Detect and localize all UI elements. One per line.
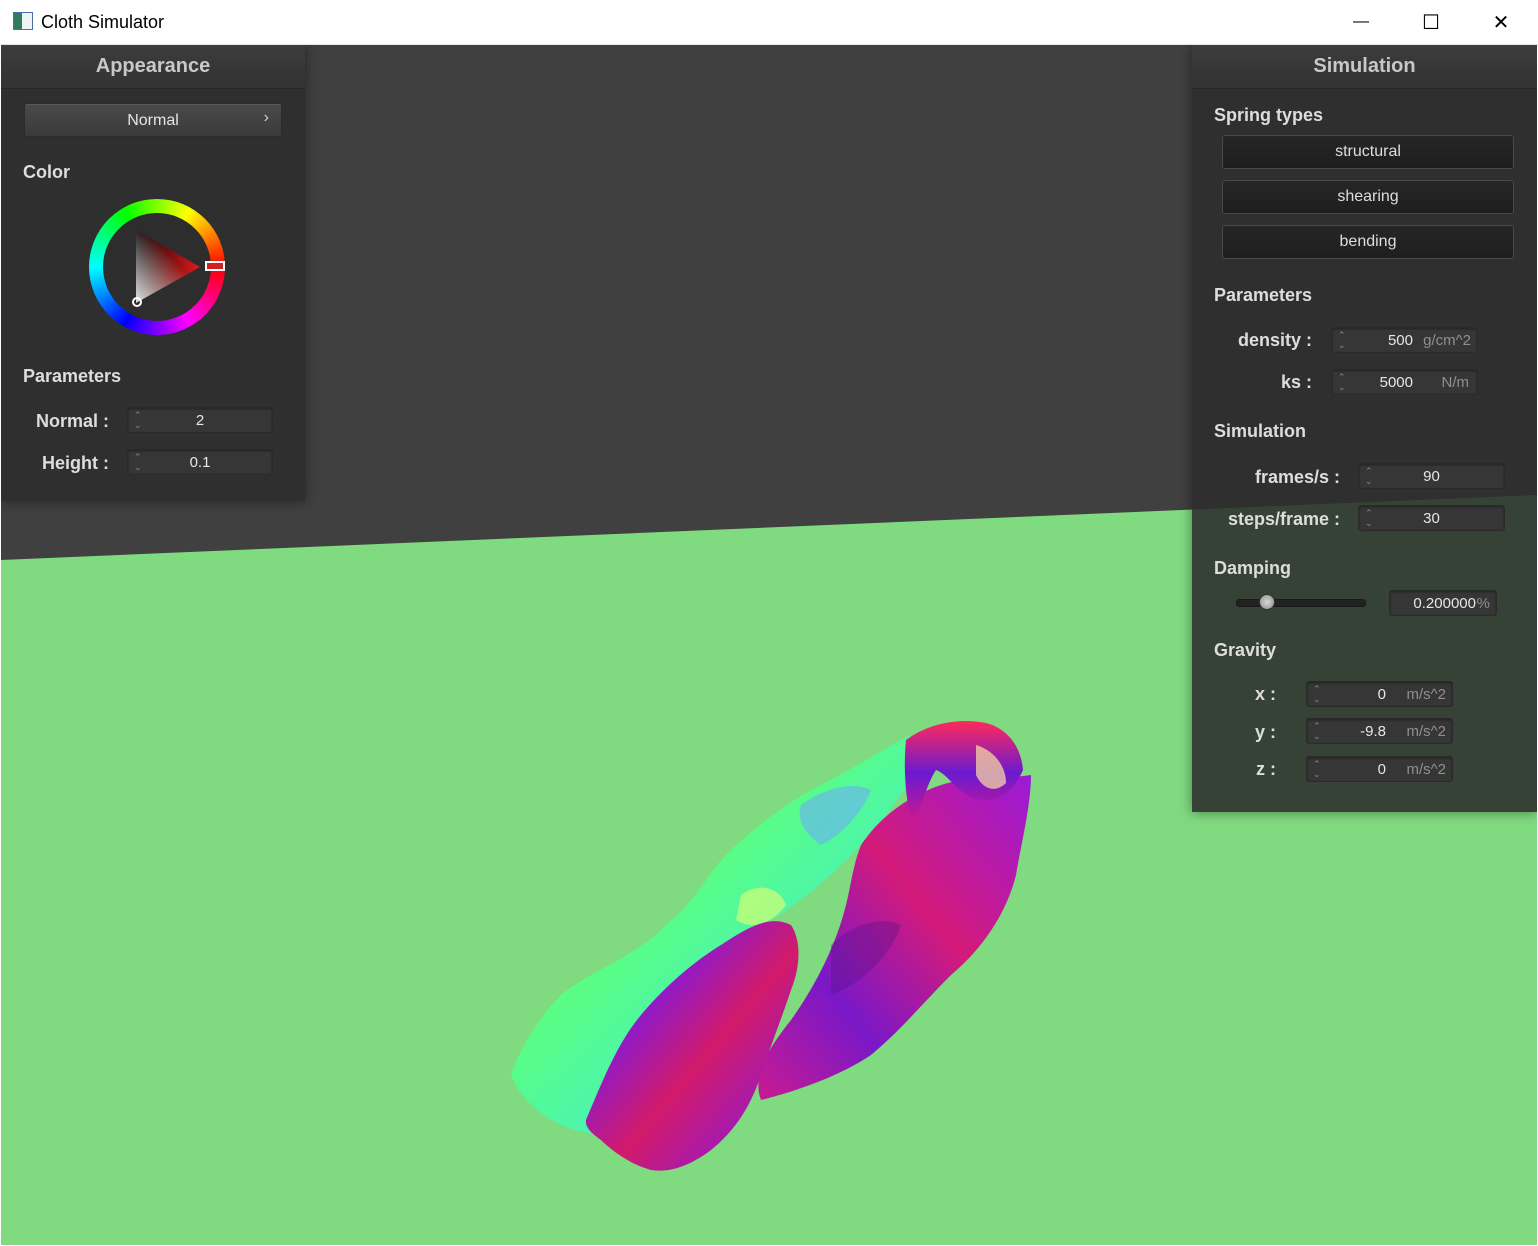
ks-unit: N/m [1441,374,1470,391]
gravity-y-unit: m/s^2 [1406,723,1446,740]
gravity-x-spinbox[interactable]: ⌃ ⌄ 0 m/s^2 [1306,681,1453,707]
spinner-arrows-icon[interactable]: ⌃ ⌄ [1313,684,1321,704]
maximize-button[interactable]: ☐ [1396,0,1466,44]
gravity-y-spinbox[interactable]: ⌃ ⌄ -9.8 m/s^2 [1306,718,1453,744]
simulation-panel: Simulation Spring types structural shear… [1192,45,1537,812]
appearance-panel: Appearance Normal › Color Parameters Nor… [1,45,305,501]
height-label: Height : [42,453,109,473]
steps-label: steps/frame : [1227,509,1340,529]
hue-selector-handle[interactable] [205,261,225,271]
damping-value: 0.200000 [1413,595,1476,612]
spring-types-label: Spring types [1214,105,1324,125]
shader-dropdown-value: Normal [127,112,179,129]
steps-spinbox[interactable]: ⌃ ⌄ 30 [1358,505,1505,531]
appearance-parameters-label: Parameters [23,366,122,386]
spinner-arrows-icon[interactable]: ⌃ ⌄ [1313,721,1321,741]
damping-slider-track[interactable] [1236,599,1366,607]
damping-unit: % [1476,595,1490,612]
maximize-icon: ☐ [1422,11,1440,34]
sim-parameters-label: Parameters [1214,285,1313,305]
gravity-x-value: 0 [1377,686,1386,703]
height-value: 0.1 [189,454,211,471]
gravity-x-unit: m/s^2 [1406,686,1446,703]
damping-field[interactable]: 0.200000 % [1389,590,1497,616]
shader-dropdown[interactable]: Normal › [24,103,282,137]
density-spinbox[interactable]: ⌃ ⌄ 500 g/cm^2 [1331,327,1478,353]
gravity-x-label: x : [1254,684,1276,704]
gravity-z-unit: m/s^2 [1406,761,1446,778]
app-icon [13,12,33,30]
ks-label: ks : [1280,372,1312,392]
spinner-arrows-icon[interactable]: ⌃ ⌄ [1338,330,1346,350]
gravity-y-label: y : [1254,722,1276,742]
gravity-z-value: 0 [1377,761,1386,778]
close-icon: ✕ [1492,11,1510,34]
fps-value: 90 [1423,468,1440,485]
title-bar[interactable]: Cloth Simulator — ☐ ✕ [0,0,1538,45]
gravity-z-label: z : [1256,759,1276,779]
simulation-header: Simulation [1192,45,1537,89]
color-section-label: Color [23,162,70,182]
minimize-button[interactable]: — [1326,0,1396,44]
spinner-arrows-icon[interactable]: ⌃ ⌄ [1338,372,1346,392]
density-label: density : [1237,330,1312,350]
window-title: Cloth Simulator [41,12,165,32]
damping-slider-knob[interactable] [1258,594,1275,610]
normal-spinbox[interactable]: ⌃ ⌄ 2 [127,407,273,433]
scene-viewport[interactable]: Appearance Normal › Color Parameters Nor… [1,45,1537,1245]
structural-toggle[interactable]: structural [1222,135,1514,169]
close-button[interactable]: ✕ [1466,0,1536,44]
shearing-toggle[interactable]: shearing [1222,180,1514,214]
gravity-z-spinbox[interactable]: ⌃ ⌄ 0 m/s^2 [1306,756,1453,782]
density-unit: g/cm^2 [1423,332,1471,349]
bending-toggle[interactable]: bending [1222,225,1514,259]
height-spinbox[interactable]: ⌃ ⌄ 0.1 [127,449,273,475]
fps-spinbox[interactable]: ⌃ ⌄ 90 [1358,463,1505,489]
color-wheel-picker[interactable] [89,199,225,335]
damping-slider[interactable] [1236,594,1366,610]
steps-value: 30 [1423,510,1440,527]
minimize-icon: — [1353,13,1369,30]
appearance-header: Appearance [1,45,305,89]
ks-value: 5000 [1379,374,1413,391]
damping-label: Damping [1214,558,1292,578]
normal-label: Normal : [35,411,109,431]
ks-spinbox[interactable]: ⌃ ⌄ 5000 N/m [1331,369,1478,395]
gravity-label: Gravity [1214,640,1277,660]
chevron-right-icon: › [263,109,269,126]
density-value: 500 [1387,332,1413,349]
gravity-y-value: -9.8 [1360,723,1386,740]
normal-value: 2 [195,412,205,429]
fps-label: frames/s : [1254,467,1340,487]
spinner-arrows-icon[interactable]: ⌃ ⌄ [1313,759,1321,779]
sim-simulation-label: Simulation [1214,421,1307,441]
